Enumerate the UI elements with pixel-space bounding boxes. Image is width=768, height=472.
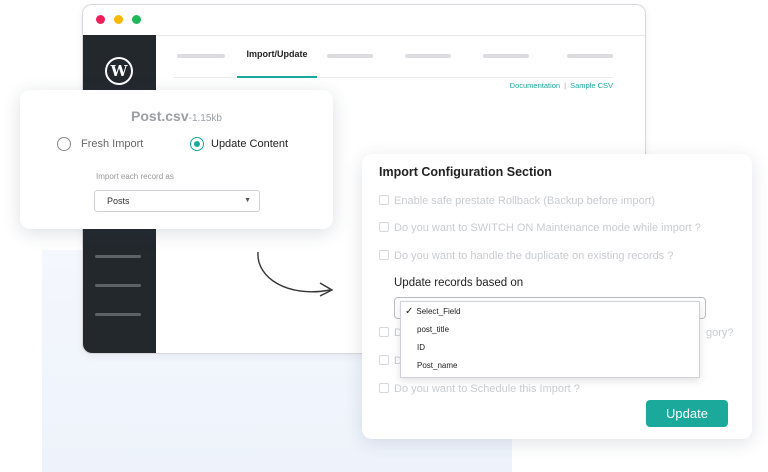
- checkbox-icon[interactable]: [379, 195, 389, 205]
- checkbox-icon[interactable]: [379, 222, 389, 232]
- sidebar-menu-item[interactable]: [95, 284, 141, 287]
- maintenance-option[interactable]: Do you want to SWITCH ON Maintenance mod…: [379, 222, 701, 234]
- file-size: -1.15kb: [188, 113, 222, 124]
- fresh-import-radio[interactable]: [57, 137, 71, 151]
- dropdown-option[interactable]: Post_name: [417, 357, 457, 375]
- sidebar-menu-item[interactable]: [95, 255, 141, 258]
- duplicate-option-label: Do you want to handle the duplicate on e…: [394, 250, 674, 262]
- config-title: Import Configuration Section: [379, 165, 552, 179]
- tab-placeholder[interactable]: [177, 54, 225, 58]
- help-links: Documentation | Sample CSV: [509, 81, 613, 90]
- import-as-label: Import each record as: [96, 172, 174, 181]
- file-title: Post.csv-1.15kb: [20, 108, 333, 126]
- checkbox-icon[interactable]: [379, 355, 389, 365]
- wordpress-logo-icon[interactable]: W: [105, 57, 133, 85]
- update-field-dropdown: ✓ Select_Field post_title ID Post_name: [400, 301, 700, 378]
- window-titlebar: [83, 5, 645, 36]
- maintenance-option-label: Do you want to SWITCH ON Maintenance mod…: [394, 222, 701, 234]
- dropdown-option-label: Select_Field: [416, 307, 461, 316]
- tab-placeholder[interactable]: [567, 54, 613, 58]
- checkbox-icon[interactable]: [379, 250, 389, 260]
- rollback-option[interactable]: Enable safe prestate Rollback (Backup be…: [379, 195, 655, 207]
- checkbox-icon[interactable]: [379, 327, 389, 337]
- update-content-label[interactable]: Update Content: [211, 137, 288, 151]
- dropdown-option[interactable]: post_title: [417, 321, 449, 339]
- curved-arrow-icon: [257, 251, 334, 297]
- post-type-select[interactable]: Posts ▼: [94, 190, 260, 212]
- import-type-card: Post.csv-1.15kb Fresh Import Update Cont…: [20, 90, 333, 229]
- post-type-value: Posts: [107, 196, 130, 206]
- checkbox-icon[interactable]: [379, 383, 389, 393]
- rollback-option-label: Enable safe prestate Rollback (Backup be…: [394, 195, 656, 207]
- update-content-radio[interactable]: [190, 137, 204, 151]
- file-name: Post.csv: [131, 108, 189, 124]
- update-button[interactable]: Update: [646, 400, 728, 427]
- duplicate-option[interactable]: Do you want to handle the duplicate on e…: [379, 250, 673, 262]
- import-config-card: Import Configuration Section Enable safe…: [362, 154, 752, 439]
- schedule-option-label: Do you want to Schedule this Import ?: [394, 383, 580, 395]
- minimize-dot-icon[interactable]: [114, 15, 123, 24]
- maximize-dot-icon[interactable]: [132, 15, 141, 24]
- documentation-link[interactable]: Documentation: [510, 81, 560, 90]
- partial-option-suffix: gory?: [706, 327, 734, 339]
- dropdown-option[interactable]: ✓ Select_Field: [405, 303, 460, 321]
- tab-placeholder[interactable]: [405, 54, 451, 58]
- sample-csv-link[interactable]: Sample CSV: [570, 81, 613, 90]
- tab-import-update[interactable]: Import/Update: [237, 35, 317, 78]
- tab-bar: Import/Update: [173, 35, 613, 78]
- partial-option[interactable]: D: [379, 327, 402, 339]
- sidebar-menu-item[interactable]: [95, 313, 141, 316]
- close-dot-icon[interactable]: [96, 15, 105, 24]
- update-based-on-label: Update records based on: [394, 277, 524, 289]
- tab-placeholder[interactable]: [483, 54, 529, 58]
- fresh-import-label[interactable]: Fresh Import: [81, 137, 143, 151]
- tab-placeholder[interactable]: [327, 54, 373, 58]
- schedule-option[interactable]: Do you want to Schedule this Import ?: [379, 383, 580, 395]
- dropdown-option[interactable]: ID: [417, 339, 425, 357]
- partial-option-2[interactable]: D: [379, 355, 402, 367]
- chevron-down-icon: ▼: [244, 197, 251, 204]
- checkmark-icon: ✓: [405, 306, 414, 317]
